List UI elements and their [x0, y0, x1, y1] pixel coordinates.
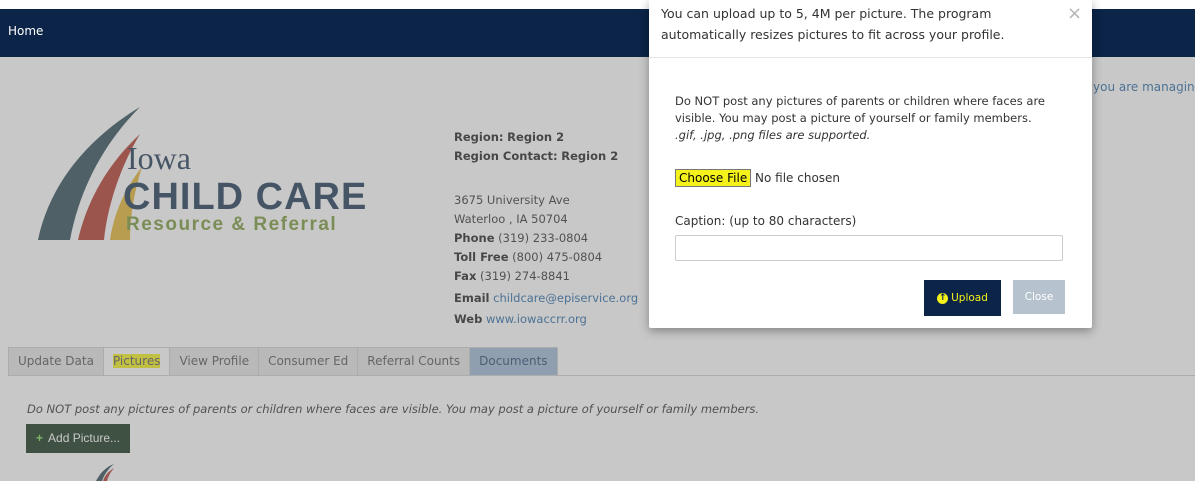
close-icon[interactable]: ×: [1067, 3, 1082, 24]
nav-home-link[interactable]: Home: [8, 24, 43, 38]
modal-header-text: You can upload up to 5, 4M per picture. …: [661, 6, 1005, 42]
no-file-text: No file chosen: [755, 171, 841, 185]
upload-button[interactable]: ↑ Upload: [924, 280, 1001, 316]
modal-warning-text: Do NOT post any pictures of parents or c…: [675, 94, 1045, 125]
upload-label: Upload: [951, 292, 988, 304]
modal-divider: [649, 57, 1092, 58]
file-chooser: Choose File No file chosen: [675, 169, 841, 187]
close-label: Close: [1024, 291, 1054, 303]
upload-icon: ↑: [937, 292, 949, 304]
choose-file-button[interactable]: Choose File: [675, 169, 752, 187]
modal-body-text: Do NOT post any pictures of parents or c…: [675, 93, 1075, 144]
caption-input[interactable]: [675, 235, 1063, 261]
close-button[interactable]: Close: [1013, 280, 1065, 314]
supported-formats-text: .gif, .jpg, .png files are supported.: [675, 128, 871, 142]
caption-label: Caption: (up to 80 characters): [675, 214, 857, 228]
upload-picture-modal: You can upload up to 5, 4M per picture. …: [649, 0, 1092, 328]
